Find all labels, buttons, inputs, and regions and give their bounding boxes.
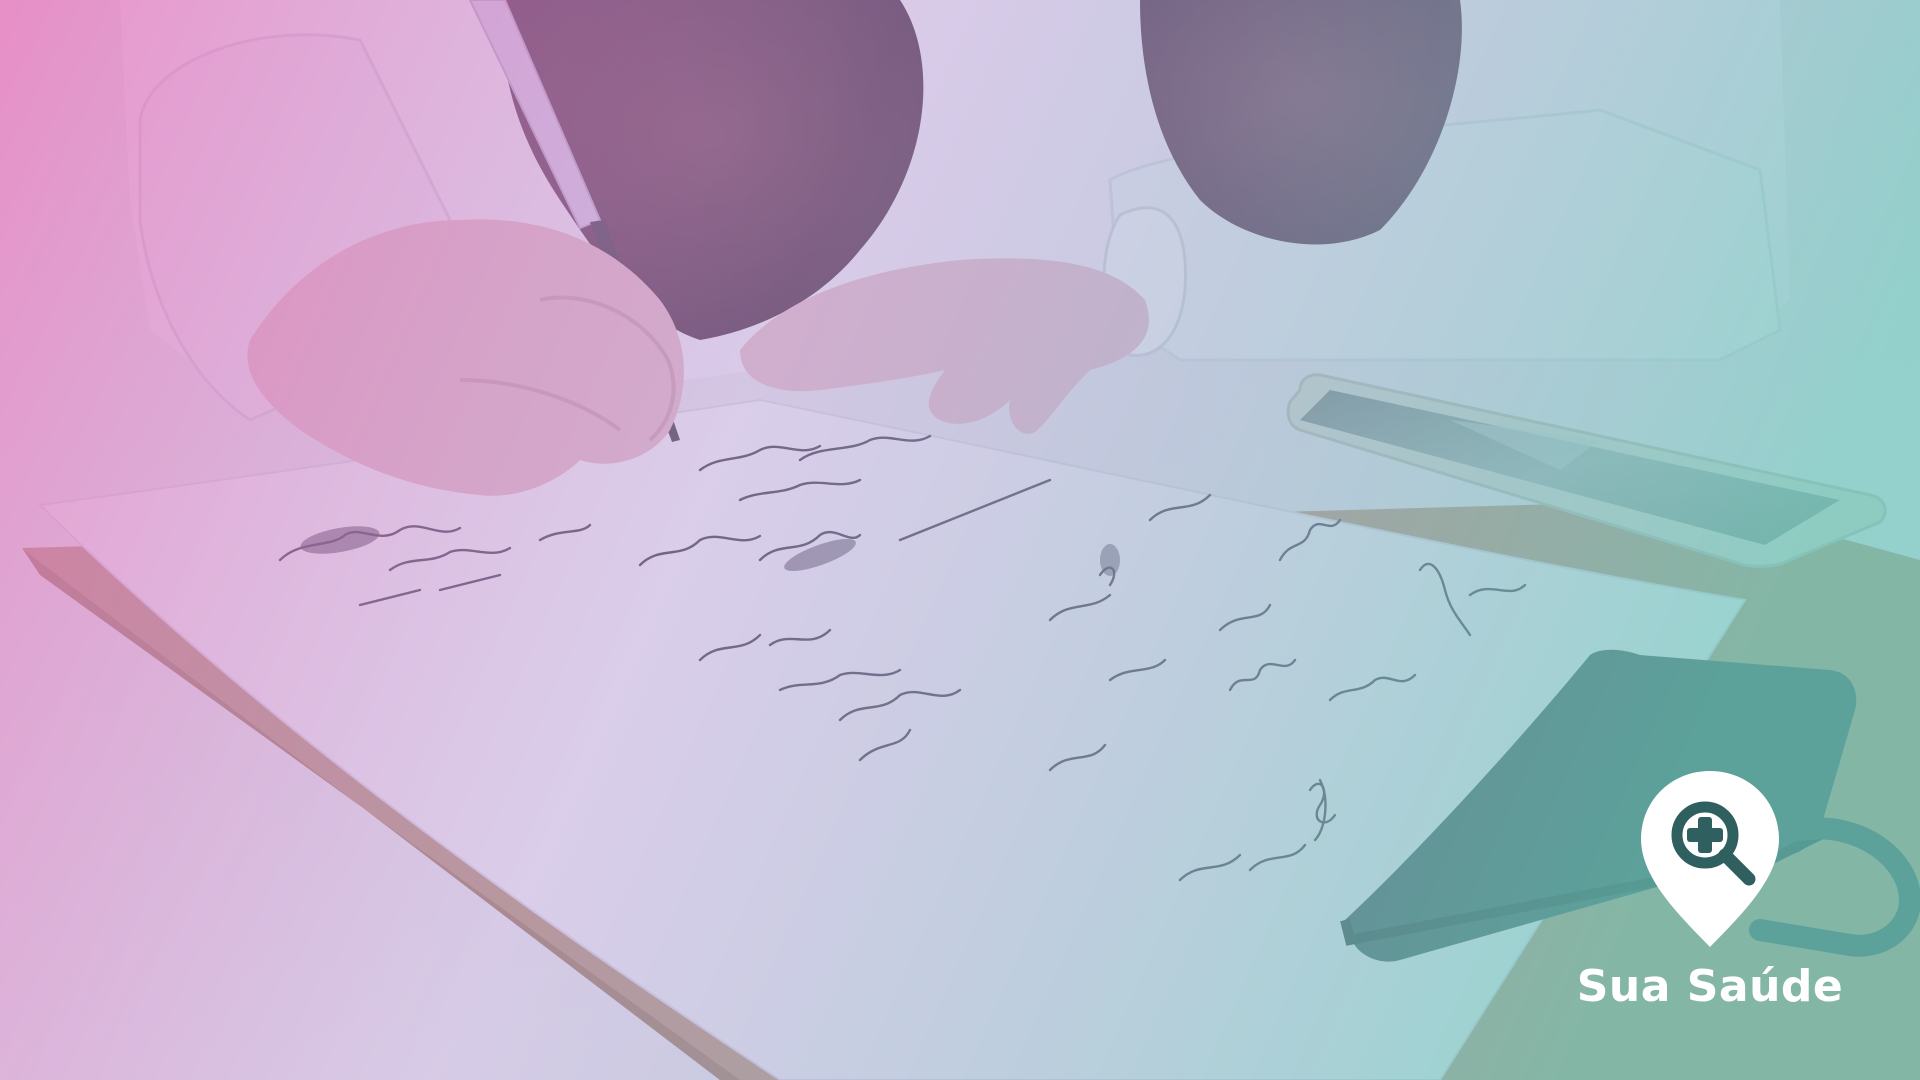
location-pin-search-plus-icon xyxy=(1641,771,1779,947)
photo-scene: Sua Saúde xyxy=(0,0,1920,1080)
brand-logo: Sua Saúde xyxy=(1560,767,1860,1012)
brand-name: Sua Saúde xyxy=(1576,961,1844,1012)
